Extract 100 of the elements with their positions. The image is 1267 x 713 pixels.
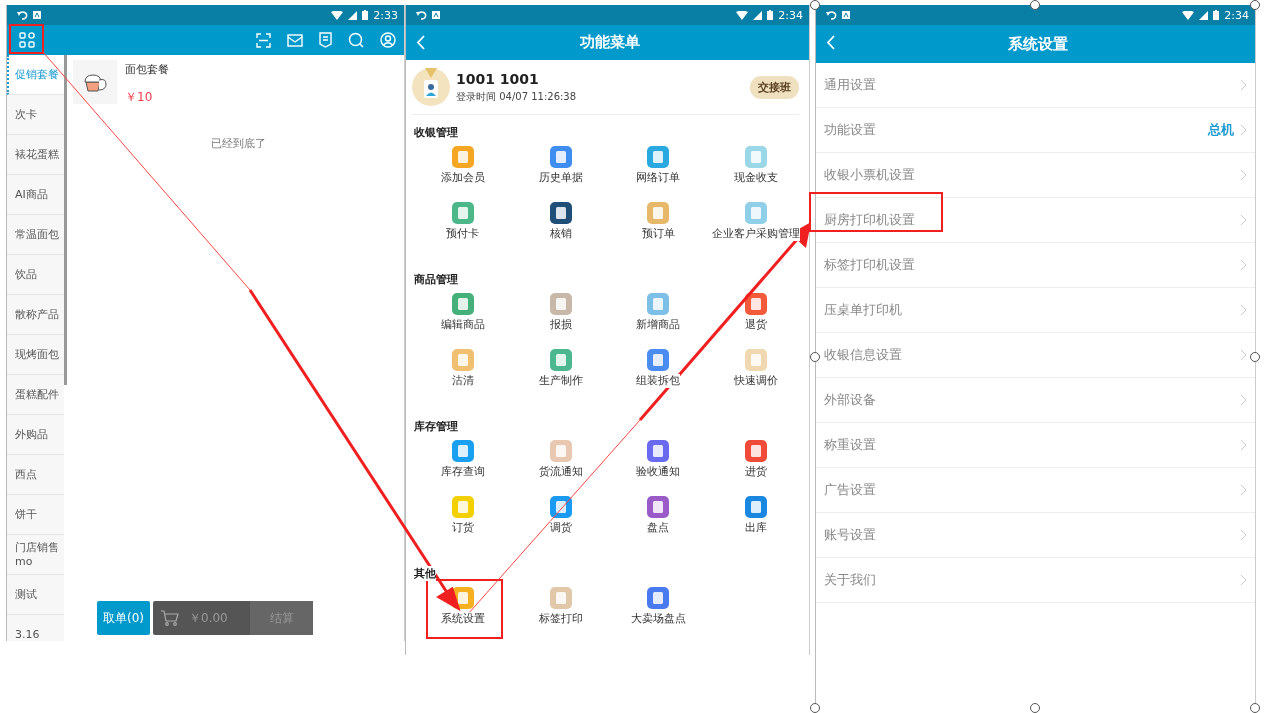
receipt-icon[interactable]: [319, 32, 332, 48]
menu-item[interactable]: 快速调价: [707, 349, 805, 399]
settings-label: 收银小票机设置: [824, 166, 915, 184]
menu-item[interactable]: 退货: [707, 293, 805, 343]
back-icon[interactable]: [416, 35, 425, 50]
mail-icon[interactable]: [287, 33, 303, 47]
resize-handle[interactable]: [810, 703, 820, 713]
settings-row[interactable]: 广告设置: [816, 468, 1255, 513]
chevron-icon: [1240, 304, 1247, 316]
scan-icon[interactable]: [256, 32, 271, 48]
curved-arrow-icon: [416, 10, 427, 20]
wifi-icon: [1182, 10, 1195, 20]
section-title: 其他: [414, 566, 436, 581]
chevron-icon: [1240, 574, 1247, 586]
menu-item[interactable]: 出库: [707, 496, 805, 546]
settings-label: 厨房打印机设置: [824, 211, 915, 229]
category-item[interactable]: 3.16: [7, 615, 64, 641]
back-icon[interactable]: [826, 35, 835, 50]
square-icon: [842, 11, 850, 19]
menu-item[interactable]: 标签打印: [511, 587, 610, 637]
resize-handle[interactable]: [1250, 0, 1260, 10]
settings-label: 账号设置: [824, 526, 876, 544]
menu-item[interactable]: 预付卡: [414, 202, 512, 252]
settings-label: 关于我们: [824, 571, 876, 589]
apps-icon[interactable]: [19, 32, 35, 48]
square-icon: [432, 11, 440, 19]
settings-row[interactable]: 关于我们: [816, 558, 1255, 603]
menu-item[interactable]: 企业客户采购管理: [707, 202, 805, 252]
settings-row[interactable]: 厨房打印机设置: [816, 198, 1255, 243]
curved-arrow-icon: [826, 10, 837, 20]
category-item[interactable]: 西点: [7, 455, 64, 495]
menu-item[interactable]: 盘点: [609, 496, 708, 546]
cart-total: ￥0.00: [189, 609, 229, 627]
category-item[interactable]: 外购品: [7, 415, 64, 455]
menu-item[interactable]: 订货: [414, 496, 512, 546]
menu-item[interactable]: 添加会员: [414, 146, 512, 196]
signal-icon: [348, 10, 358, 20]
menu-item[interactable]: 沽清: [414, 349, 512, 399]
shift-handover-button[interactable]: 交接班: [750, 75, 799, 99]
settings-row[interactable]: 称重设置: [816, 423, 1255, 468]
menu-item[interactable]: 库存查询: [414, 440, 512, 490]
resize-handle[interactable]: [810, 0, 820, 10]
resize-handle[interactable]: [1030, 0, 1040, 10]
user-name: 1001 1001: [456, 70, 540, 87]
chevron-icon: [1240, 394, 1247, 406]
settings-row[interactable]: 功能设置 总机: [816, 108, 1255, 153]
cake-drawing: [73, 60, 117, 104]
settings-label: 标签打印机设置: [824, 256, 915, 274]
chevron-icon: [1240, 214, 1247, 226]
section-title: 商品管理: [414, 272, 458, 287]
product-name: 面包套餐: [125, 62, 169, 77]
menu-item[interactable]: 大卖场盘点: [609, 587, 708, 637]
settings-row[interactable]: 通用设置: [816, 63, 1255, 108]
screen-title: 系统设置: [1007, 34, 1068, 54]
resize-handle[interactable]: [1250, 352, 1260, 362]
settings-row[interactable]: 压桌单打印机: [816, 288, 1255, 333]
signal-icon: [1199, 10, 1209, 20]
menu-item[interactable]: 组装拆包: [609, 349, 708, 399]
settings-row[interactable]: 收银小票机设置: [816, 153, 1255, 198]
menu-item[interactable]: 历史单据: [511, 146, 610, 196]
cart-icon[interactable]: [161, 610, 179, 626]
user-icon[interactable]: [380, 32, 396, 48]
settings-row[interactable]: 标签打印机设置: [816, 243, 1255, 288]
menu-item[interactable]: 预订单: [609, 202, 708, 252]
menu-item[interactable]: 网络订单: [609, 146, 708, 196]
wifi-icon: [736, 10, 749, 20]
settings-label: 功能设置: [824, 121, 876, 139]
curved-arrow-icon: [17, 10, 28, 20]
menu-item[interactable]: 编辑商品: [414, 293, 512, 343]
search-icon[interactable]: [348, 32, 364, 48]
chevron-icon: [1240, 79, 1247, 91]
menu-item[interactable]: 进货: [707, 440, 805, 490]
settings-row[interactable]: 账号设置: [816, 513, 1255, 558]
status-time: 2:33: [373, 8, 398, 22]
settings-label: 通用设置: [824, 76, 876, 94]
menu-item[interactable]: 货流通知: [511, 440, 610, 490]
product-price: ￥10: [125, 89, 154, 106]
chevron-icon: [1240, 349, 1247, 361]
resize-handle[interactable]: [810, 352, 820, 362]
square-icon: [33, 11, 41, 19]
chevron-icon: [1240, 169, 1247, 181]
menu-item[interactable]: 核销: [511, 202, 610, 252]
login-time: 登录时间 04/07 11:26:38: [456, 89, 577, 104]
avatar-icon: [412, 68, 450, 106]
resize-handle[interactable]: [1030, 703, 1040, 713]
menu-item[interactable]: 报损: [511, 293, 610, 343]
menu-item[interactable]: 生产制作: [511, 349, 610, 399]
chevron-icon: [1240, 484, 1247, 496]
menu-item[interactable]: 调货: [511, 496, 610, 546]
menu-item[interactable]: 新增商品: [609, 293, 708, 343]
category-item[interactable]: 门店销售mo: [7, 535, 64, 575]
category-item[interactable]: 饼干: [7, 495, 64, 535]
resize-handle[interactable]: [1250, 703, 1260, 713]
highlight-frame: [9, 24, 44, 54]
settings-row[interactable]: 外部设备: [816, 378, 1255, 423]
battery-icon: [767, 10, 774, 20]
category-item[interactable]: 测试: [7, 575, 64, 615]
menu-item[interactable]: 验收通知: [609, 440, 708, 490]
chevron-icon: [1240, 529, 1247, 541]
menu-item[interactable]: 现金收支: [707, 146, 805, 196]
